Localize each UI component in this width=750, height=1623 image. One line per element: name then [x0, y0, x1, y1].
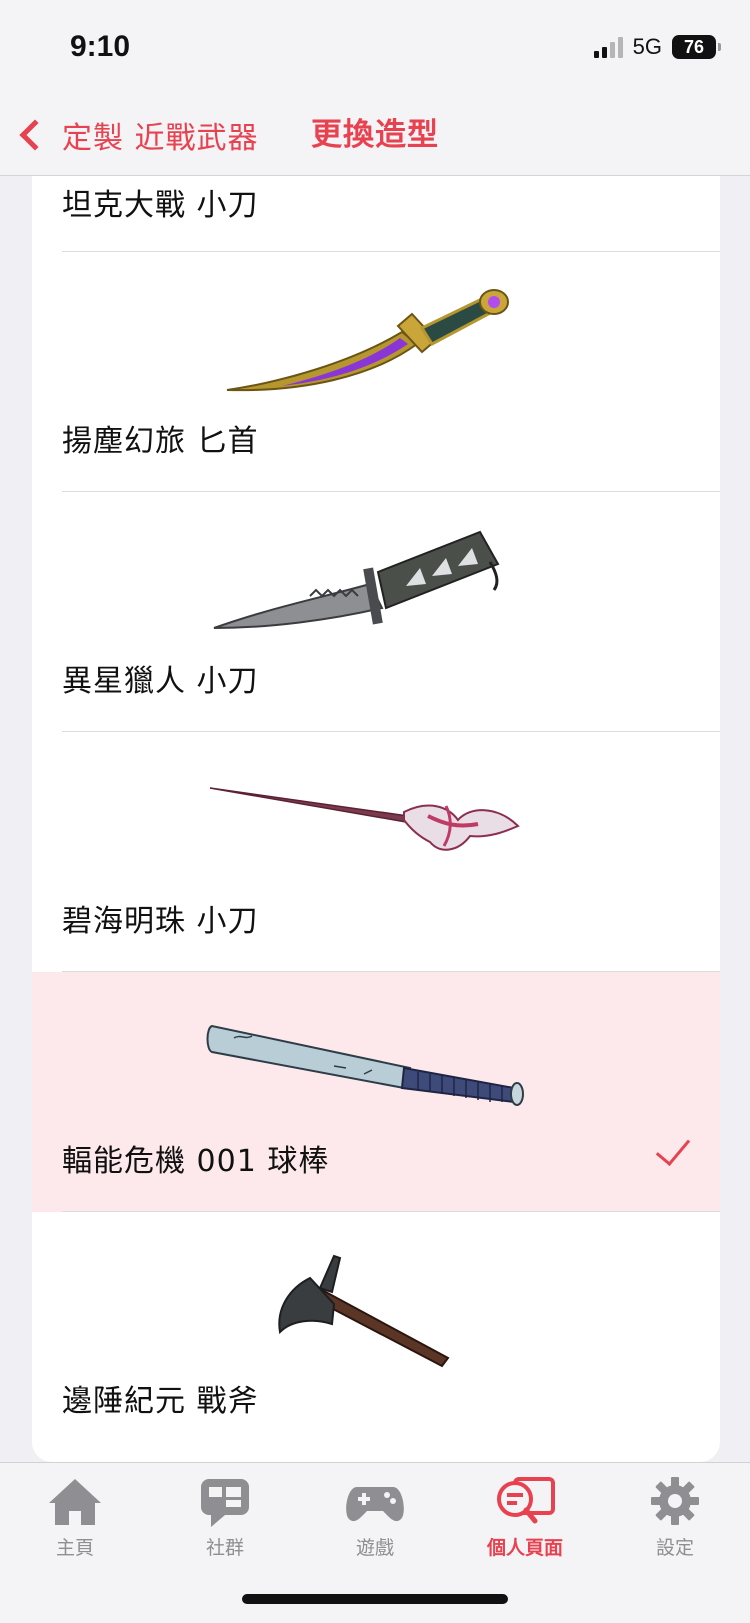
status-bar: 9:10 5G 76	[0, 0, 750, 100]
back-button-label: 定製 近戰武器	[62, 121, 259, 156]
skin-name: 坦克大戰 小刀	[62, 188, 259, 223]
profile-search-icon	[497, 1477, 555, 1524]
back-button[interactable]: 定製 近戰武器	[16, 110, 259, 160]
baseball-bat-image	[206, 1024, 524, 1106]
skin-name: 揚塵幻旅 匕首	[62, 424, 259, 459]
battle-axe-image	[278, 1254, 450, 1368]
selected-checkmark-icon	[655, 1129, 691, 1167]
chevron-left-icon	[19, 119, 51, 151]
skin-row-alien-hunter-knife[interactable]: 異星獵人 小刀	[32, 492, 720, 732]
dagger-image	[226, 289, 509, 392]
skin-list[interactable]: 坦克大戰 小刀 揚塵幻旅 匕首 異星獵人 小刀 碧海明珠 小刀 輻能危機 001…	[32, 176, 720, 1462]
home-indicator	[242, 1594, 508, 1604]
skin-row-pearl-knife[interactable]: 碧海明珠 小刀	[32, 732, 720, 972]
tab-label: 社群	[205, 1537, 244, 1559]
network-type: 5G	[632, 34, 662, 59]
battery-icon: 76	[672, 35, 721, 59]
navigation-bar: 定製 近戰武器 更換造型	[0, 100, 750, 176]
skin-row-tank-knife[interactable]: 坦克大戰 小刀	[32, 176, 720, 252]
gear-icon	[651, 1477, 699, 1525]
skin-name: 輻能危機 001 球棒	[62, 1144, 330, 1179]
home-icon	[49, 1479, 101, 1525]
cellular-signal-icon	[593, 36, 623, 58]
tab-label: 遊戲	[355, 1537, 394, 1559]
rapier-knife-image	[209, 787, 520, 851]
gamepad-icon	[346, 1487, 404, 1522]
tab-label: 設定	[655, 1537, 694, 1559]
chat-bubble-icon	[201, 1479, 249, 1527]
tab-label: 個人頁面	[486, 1537, 563, 1559]
skin-row-frontier-axe[interactable]: 邊陲紀元 戰斧	[32, 1212, 720, 1462]
combat-knife-image	[213, 530, 500, 629]
battery-level: 76	[683, 36, 705, 57]
tab-label: 主頁	[55, 1537, 94, 1559]
tab-community[interactable]: 社群	[170, 1473, 280, 1573]
tab-games[interactable]: 遊戲	[320, 1473, 430, 1573]
skin-name: 碧海明珠 小刀	[62, 904, 259, 939]
tab-home[interactable]: 主頁	[20, 1473, 130, 1573]
tab-settings[interactable]: 設定	[620, 1473, 730, 1573]
skin-name: 異星獵人 小刀	[62, 664, 259, 699]
status-time: 9:10	[70, 30, 131, 63]
tab-profile[interactable]: 個人頁面	[470, 1473, 580, 1573]
skin-name: 邊陲紀元 戰斧	[62, 1384, 259, 1419]
skin-row-radiant-bat[interactable]: 輻能危機 001 球棒	[32, 972, 720, 1212]
skin-row-dust-dagger[interactable]: 揚塵幻旅 匕首	[32, 252, 720, 492]
status-indicators: 5G 76	[593, 34, 721, 60]
page-title: 更換造型	[311, 117, 439, 153]
